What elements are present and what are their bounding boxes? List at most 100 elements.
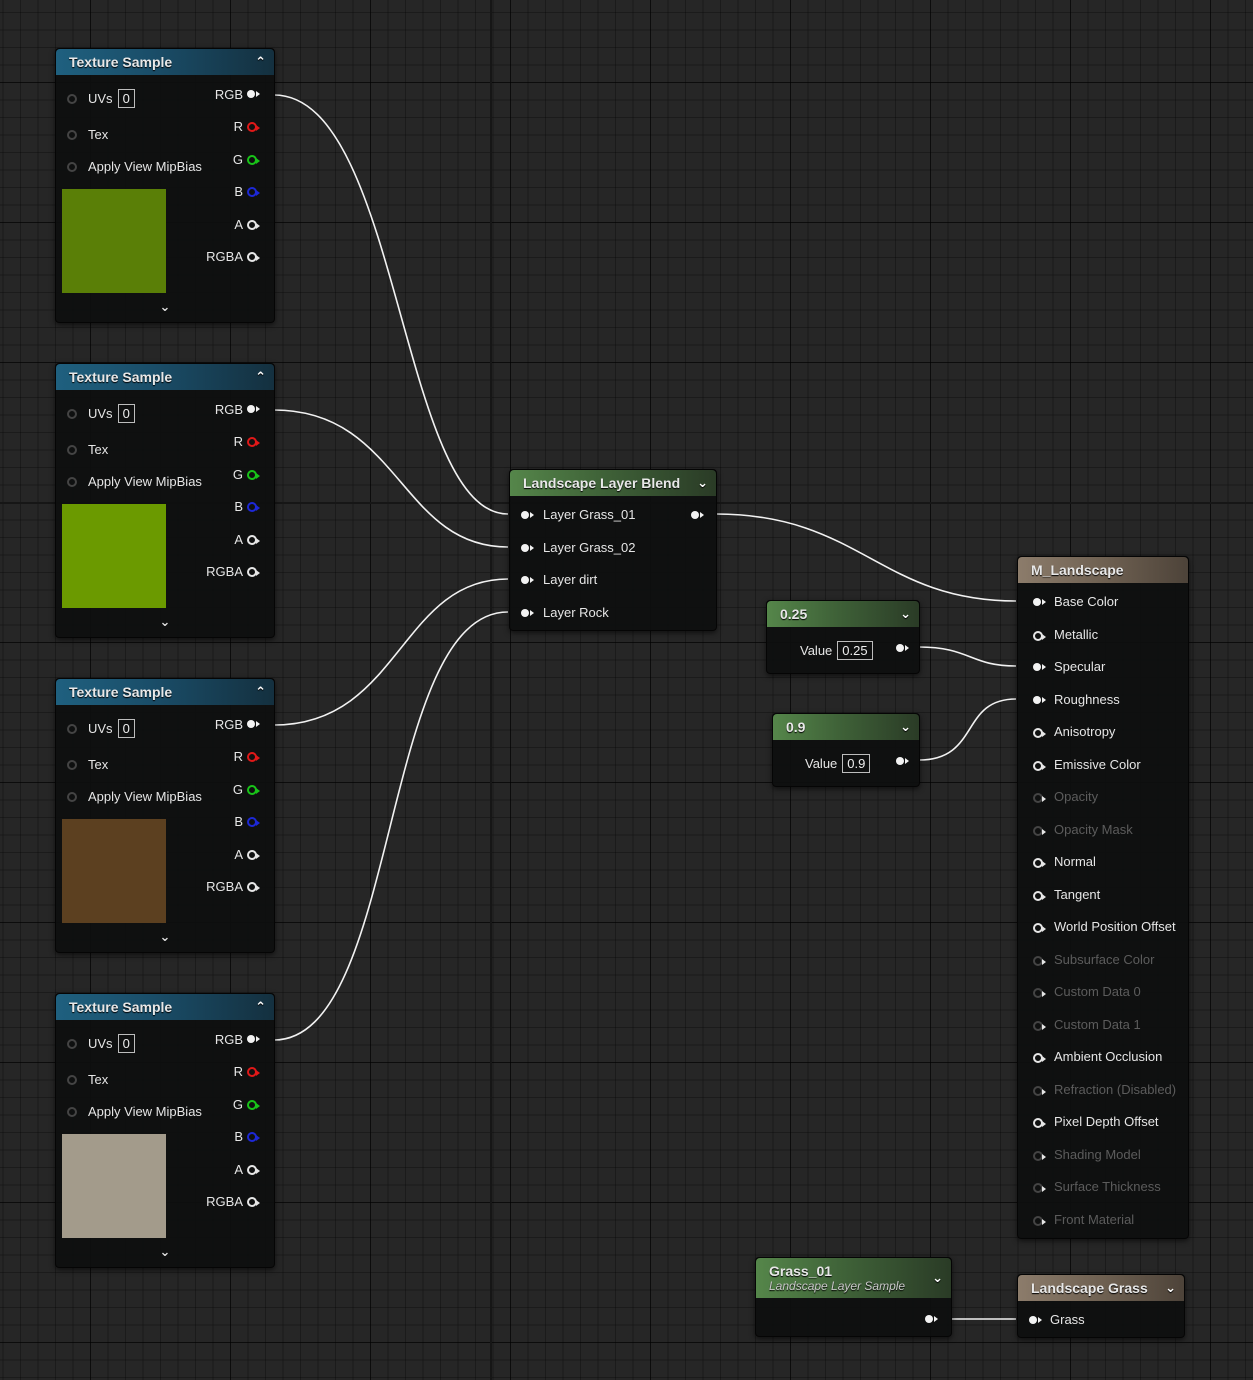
output-label-g: G <box>232 152 243 167</box>
output-pin-a[interactable] <box>247 220 260 230</box>
chevron-down-icon[interactable]: ⌄ <box>56 1244 274 1260</box>
chevron-down-icon[interactable]: ⌄ <box>56 929 274 945</box>
texture-sample-node[interactable]: Texture Sample ⌃ UVs 0 Tex Apply View MipBias… <box>55 363 275 638</box>
material-input-pin[interactable] <box>1033 923 1046 933</box>
node-header[interactable]: Texture Sample ⌃ <box>56 679 274 705</box>
output-pin-b[interactable] <box>247 187 260 197</box>
output-pin-b[interactable] <box>247 502 260 512</box>
output-pin-b[interactable] <box>247 1132 260 1142</box>
material-input-pin[interactable] <box>1033 890 1046 901</box>
chevron-down-icon[interactable]: ⌄ <box>697 475 708 491</box>
output-pin-g[interactable] <box>247 785 260 795</box>
chevron-up-icon[interactable]: ⌃ <box>255 54 266 70</box>
uvs-field[interactable]: 0 <box>117 1034 135 1053</box>
layer-input-pin[interactable] <box>521 576 534 584</box>
material-input-label: Metallic <box>1054 626 1099 642</box>
output-pin-rgb[interactable] <box>247 1035 260 1043</box>
material-input-pin[interactable] <box>1033 760 1046 771</box>
uvs-field[interactable]: 0 <box>117 89 135 108</box>
texture-sample-node[interactable]: Texture Sample ⌃ UVs 0 Tex Apply View MipBias… <box>55 48 275 323</box>
texture-sample-node[interactable]: Texture Sample ⌃ UVs 0 Tex Apply View MipBias… <box>55 993 275 1268</box>
grass-input-pin[interactable] <box>1029 1316 1042 1324</box>
chevron-down-icon[interactable]: ⌄ <box>56 614 274 630</box>
node-header[interactable]: Grass_01 Landscape Layer Sample ⌄ <box>756 1258 951 1298</box>
chevron-down-icon[interactable]: ⌄ <box>900 606 911 622</box>
uvs-input-pin[interactable] <box>67 409 77 419</box>
chevron-down-icon[interactable]: ⌄ <box>56 299 274 315</box>
landscape-layer-blend-node[interactable]: Landscape Layer Blend ⌄ Layer Grass_01 La… <box>509 469 717 631</box>
output-pin[interactable] <box>896 757 909 765</box>
node-header[interactable]: Texture Sample ⌃ <box>56 364 274 390</box>
material-input-pin[interactable] <box>1033 1118 1046 1128</box>
output-pin-g[interactable] <box>247 1100 260 1110</box>
texture-sample-node[interactable]: Texture Sample ⌃ UVs 0 Tex Apply View MipBias… <box>55 678 275 953</box>
output-pin-r[interactable] <box>247 1067 260 1077</box>
output-pin[interactable] <box>896 644 909 652</box>
material-input-pin[interactable] <box>1033 858 1046 868</box>
output-pin-r[interactable] <box>247 122 260 132</box>
material-result-node[interactable]: M_Landscape Base Color Metallic Specular Ro… <box>1017 556 1189 1239</box>
material-input-pin[interactable] <box>1033 630 1046 641</box>
output-pin-g[interactable] <box>247 470 260 480</box>
chevron-up-icon[interactable]: ⌃ <box>255 999 266 1015</box>
output-pin-g[interactable] <box>247 155 260 165</box>
layer-input-pin[interactable] <box>521 511 534 519</box>
material-input-pin[interactable] <box>1033 1053 1046 1063</box>
node-header[interactable]: Landscape Layer Blend ⌄ <box>510 470 716 496</box>
chevron-down-icon[interactable]: ⌄ <box>900 719 911 735</box>
material-input-label: Subsurface Color <box>1054 951 1155 967</box>
node-header[interactable]: Texture Sample ⌃ <box>56 49 274 75</box>
constant-node-09[interactable]: 0.9 ⌄ Value 0.9 <box>772 713 920 787</box>
output-pin-rgb[interactable] <box>247 90 260 98</box>
uvs-input-pin[interactable] <box>67 94 77 104</box>
layer-input-pin[interactable] <box>521 544 534 552</box>
landscape-grass-node[interactable]: Landscape Grass ⌄ Grass <box>1017 1274 1185 1338</box>
output-pin-rgba[interactable] <box>247 567 260 577</box>
tex-input-pin[interactable] <box>67 130 77 140</box>
node-header[interactable]: M_Landscape <box>1018 557 1188 583</box>
output-pin-rgb[interactable] <box>247 405 260 413</box>
output-label-a: A <box>234 1162 243 1177</box>
value-field[interactable]: 0.25 <box>837 641 873 660</box>
constant-node-025[interactable]: 0.25 ⌄ Value 0.25 <box>766 600 920 674</box>
output-pin-r[interactable] <box>247 752 260 762</box>
node-header[interactable]: Texture Sample ⌃ <box>56 994 274 1020</box>
output-pin-rgb[interactable] <box>247 720 260 728</box>
chevron-up-icon[interactable]: ⌃ <box>255 684 266 700</box>
tex-input-pin[interactable] <box>67 445 77 455</box>
material-input-pin[interactable] <box>1033 728 1046 738</box>
mipbias-input-pin[interactable] <box>67 1107 77 1117</box>
mipbias-input-pin[interactable] <box>67 792 77 802</box>
uvs-input-pin[interactable] <box>67 724 77 734</box>
mipbias-input-pin[interactable] <box>67 477 77 487</box>
output-pin[interactable] <box>925 1315 938 1323</box>
material-input-pin[interactable] <box>1033 598 1046 606</box>
output-pin-rgba[interactable] <box>247 1197 260 1207</box>
output-pin[interactable] <box>691 511 704 519</box>
uvs-input-pin[interactable] <box>67 1039 77 1049</box>
output-pin-a[interactable] <box>247 1165 260 1175</box>
chevron-down-icon[interactable]: ⌄ <box>1165 1280 1176 1296</box>
node-header[interactable]: 0.9 ⌄ <box>773 714 919 740</box>
output-pin-r[interactable] <box>247 437 260 447</box>
tex-input-pin[interactable] <box>67 760 77 770</box>
chevron-down-icon[interactable]: ⌄ <box>932 1270 943 1286</box>
uvs-field[interactable]: 0 <box>117 404 135 423</box>
output-pin-rgba[interactable] <box>247 252 260 262</box>
layer-input-pin[interactable] <box>521 609 534 617</box>
output-pin-a[interactable] <box>247 535 260 545</box>
value-field[interactable]: 0.9 <box>842 754 871 773</box>
node-header[interactable]: 0.25 ⌄ <box>767 601 919 627</box>
node-header[interactable]: Landscape Grass ⌄ <box>1018 1275 1184 1301</box>
output-pin-rgba[interactable] <box>247 882 260 892</box>
uvs-field[interactable]: 0 <box>117 719 135 738</box>
material-input-pin <box>1033 955 1046 966</box>
chevron-up-icon[interactable]: ⌃ <box>255 369 266 385</box>
output-pin-b[interactable] <box>247 817 260 827</box>
material-input-pin[interactable] <box>1033 663 1046 671</box>
tex-input-pin[interactable] <box>67 1075 77 1085</box>
landscape-layer-sample-node[interactable]: Grass_01 Landscape Layer Sample ⌄ <box>755 1257 952 1337</box>
material-input-pin[interactable] <box>1033 695 1046 704</box>
mipbias-input-pin[interactable] <box>67 162 77 172</box>
output-pin-a[interactable] <box>247 850 260 860</box>
